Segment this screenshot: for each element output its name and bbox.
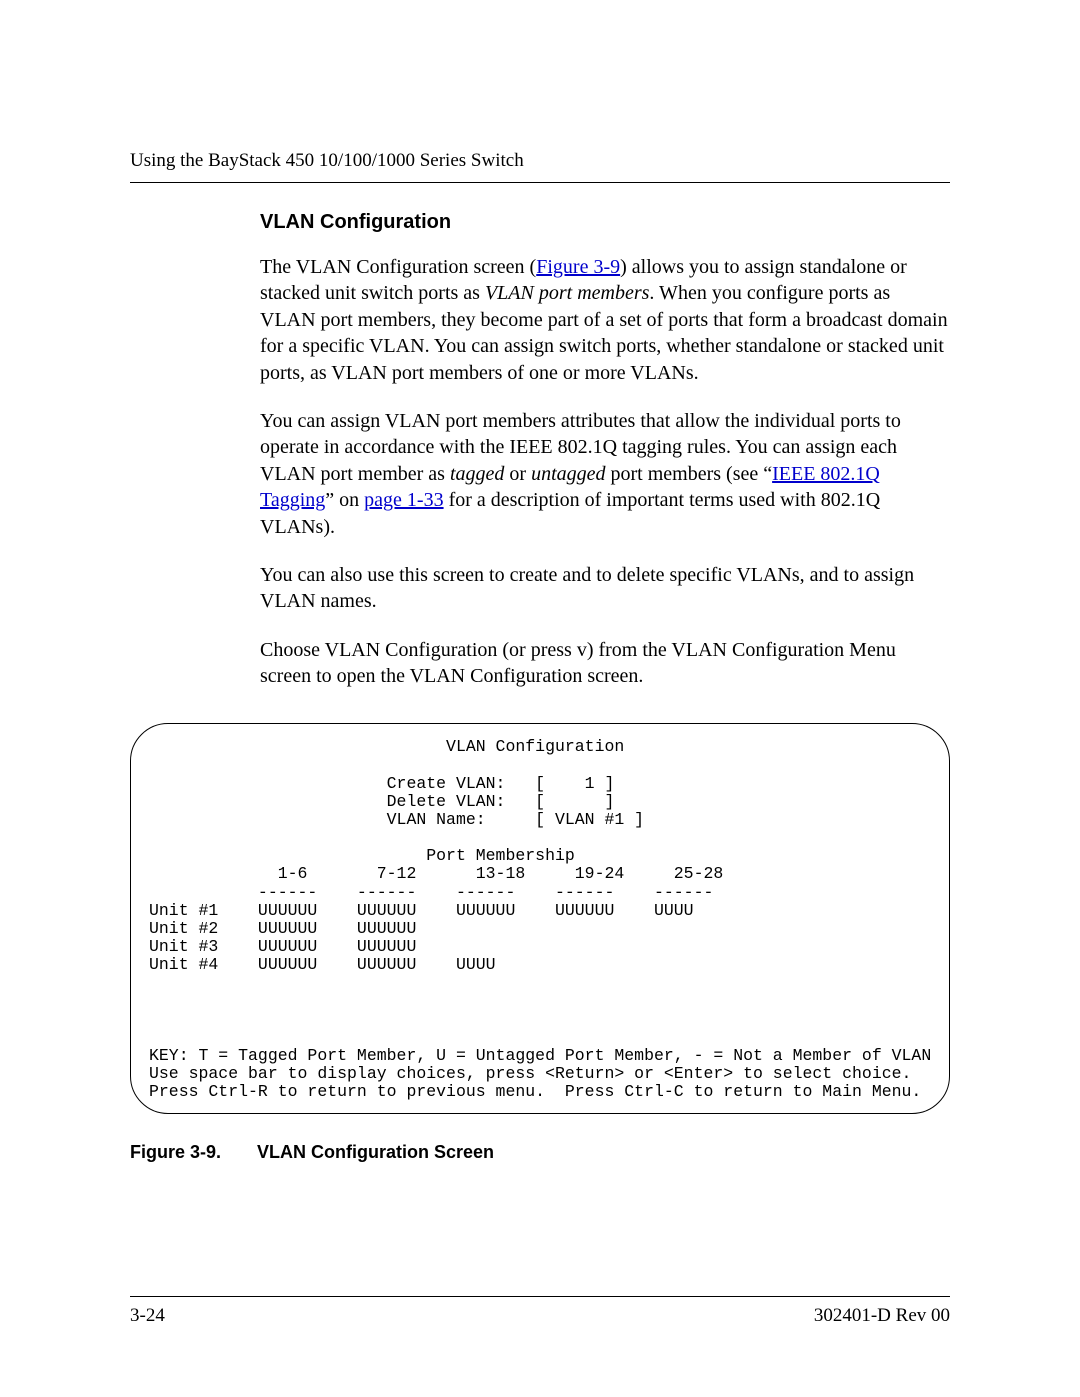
term-create-vlan: Create VLAN: [ 1 ]: [149, 774, 614, 793]
term-column-headers: 1-6 7-12 13-18 19-24 25-28: [149, 864, 723, 883]
term-title: VLAN Configuration: [149, 737, 624, 756]
paragraph-4: Choose VLAN Configuration (or press v) f…: [260, 637, 950, 690]
term-vlan-name: VLAN Name: [ VLAN #1 ]: [149, 810, 644, 829]
caption-text: VLAN Configuration Screen: [257, 1142, 494, 1162]
term-delete-vlan: Delete VLAN: [ ]: [149, 792, 614, 811]
paragraph-1: The VLAN Configuration screen (Figure 3-…: [260, 254, 950, 386]
figure-caption: Figure 3-9. VLAN Configuration Screen: [130, 1142, 950, 1163]
section-heading: VLAN Configuration: [260, 211, 950, 234]
italic-untagged: untagged: [531, 463, 605, 485]
italic-term: VLAN port members: [485, 282, 649, 304]
paragraph-3: You can also use this screen to create a…: [260, 562, 950, 615]
figure-link[interactable]: Figure 3-9: [536, 256, 620, 278]
term-hint-line: Use space bar to display choices, press …: [149, 1064, 911, 1083]
text: The VLAN Configuration screen (: [260, 256, 536, 278]
header-rule: [130, 182, 950, 183]
running-header: Using the BayStack 450 10/100/1000 Serie…: [130, 150, 950, 172]
caption-label: Figure 3-9.: [130, 1142, 221, 1162]
text: port members (see “: [606, 463, 773, 485]
terminal-figure: VLAN Configuration Create VLAN: [ 1 ] De…: [130, 723, 950, 1114]
page-footer: 3-24 302401-D Rev 00: [130, 1296, 950, 1327]
ieee-link-line1[interactable]: IEEE 802.1Q: [772, 463, 880, 485]
term-key-line: KEY: T = Tagged Port Member, U = Untagge…: [149, 1046, 931, 1065]
term-unit-3: Unit #3 UUUUUU UUUUUU: [149, 937, 416, 956]
ieee-link-line2[interactable]: Tagging: [260, 489, 325, 511]
term-dashes: ------ ------ ------ ------ ------: [149, 883, 713, 902]
page-ref-link[interactable]: page 1-33: [364, 489, 443, 511]
text: or: [504, 463, 531, 485]
text: ” on: [325, 489, 364, 511]
paragraph-2: You can assign VLAN port members attribu…: [260, 408, 950, 540]
doc-id: 302401-D Rev 00: [814, 1305, 950, 1327]
term-nav-line: Press Ctrl-R to return to previous menu.…: [149, 1082, 921, 1101]
term-unit-2: Unit #2 UUUUUU UUUUUU: [149, 919, 416, 938]
italic-tagged: tagged: [450, 463, 504, 485]
page: Using the BayStack 450 10/100/1000 Serie…: [0, 0, 1080, 1397]
term-unit-4: Unit #4 UUUUUU UUUUUU UUUU: [149, 955, 496, 974]
body-content: VLAN Configuration The VLAN Configuratio…: [260, 211, 950, 689]
term-port-membership-heading: Port Membership: [149, 846, 575, 865]
footer-rule: [130, 1296, 950, 1297]
term-unit-1: Unit #1 UUUUUU UUUUUU UUUUUU UUUUUU UUUU: [149, 901, 694, 920]
page-number: 3-24: [130, 1305, 165, 1327]
